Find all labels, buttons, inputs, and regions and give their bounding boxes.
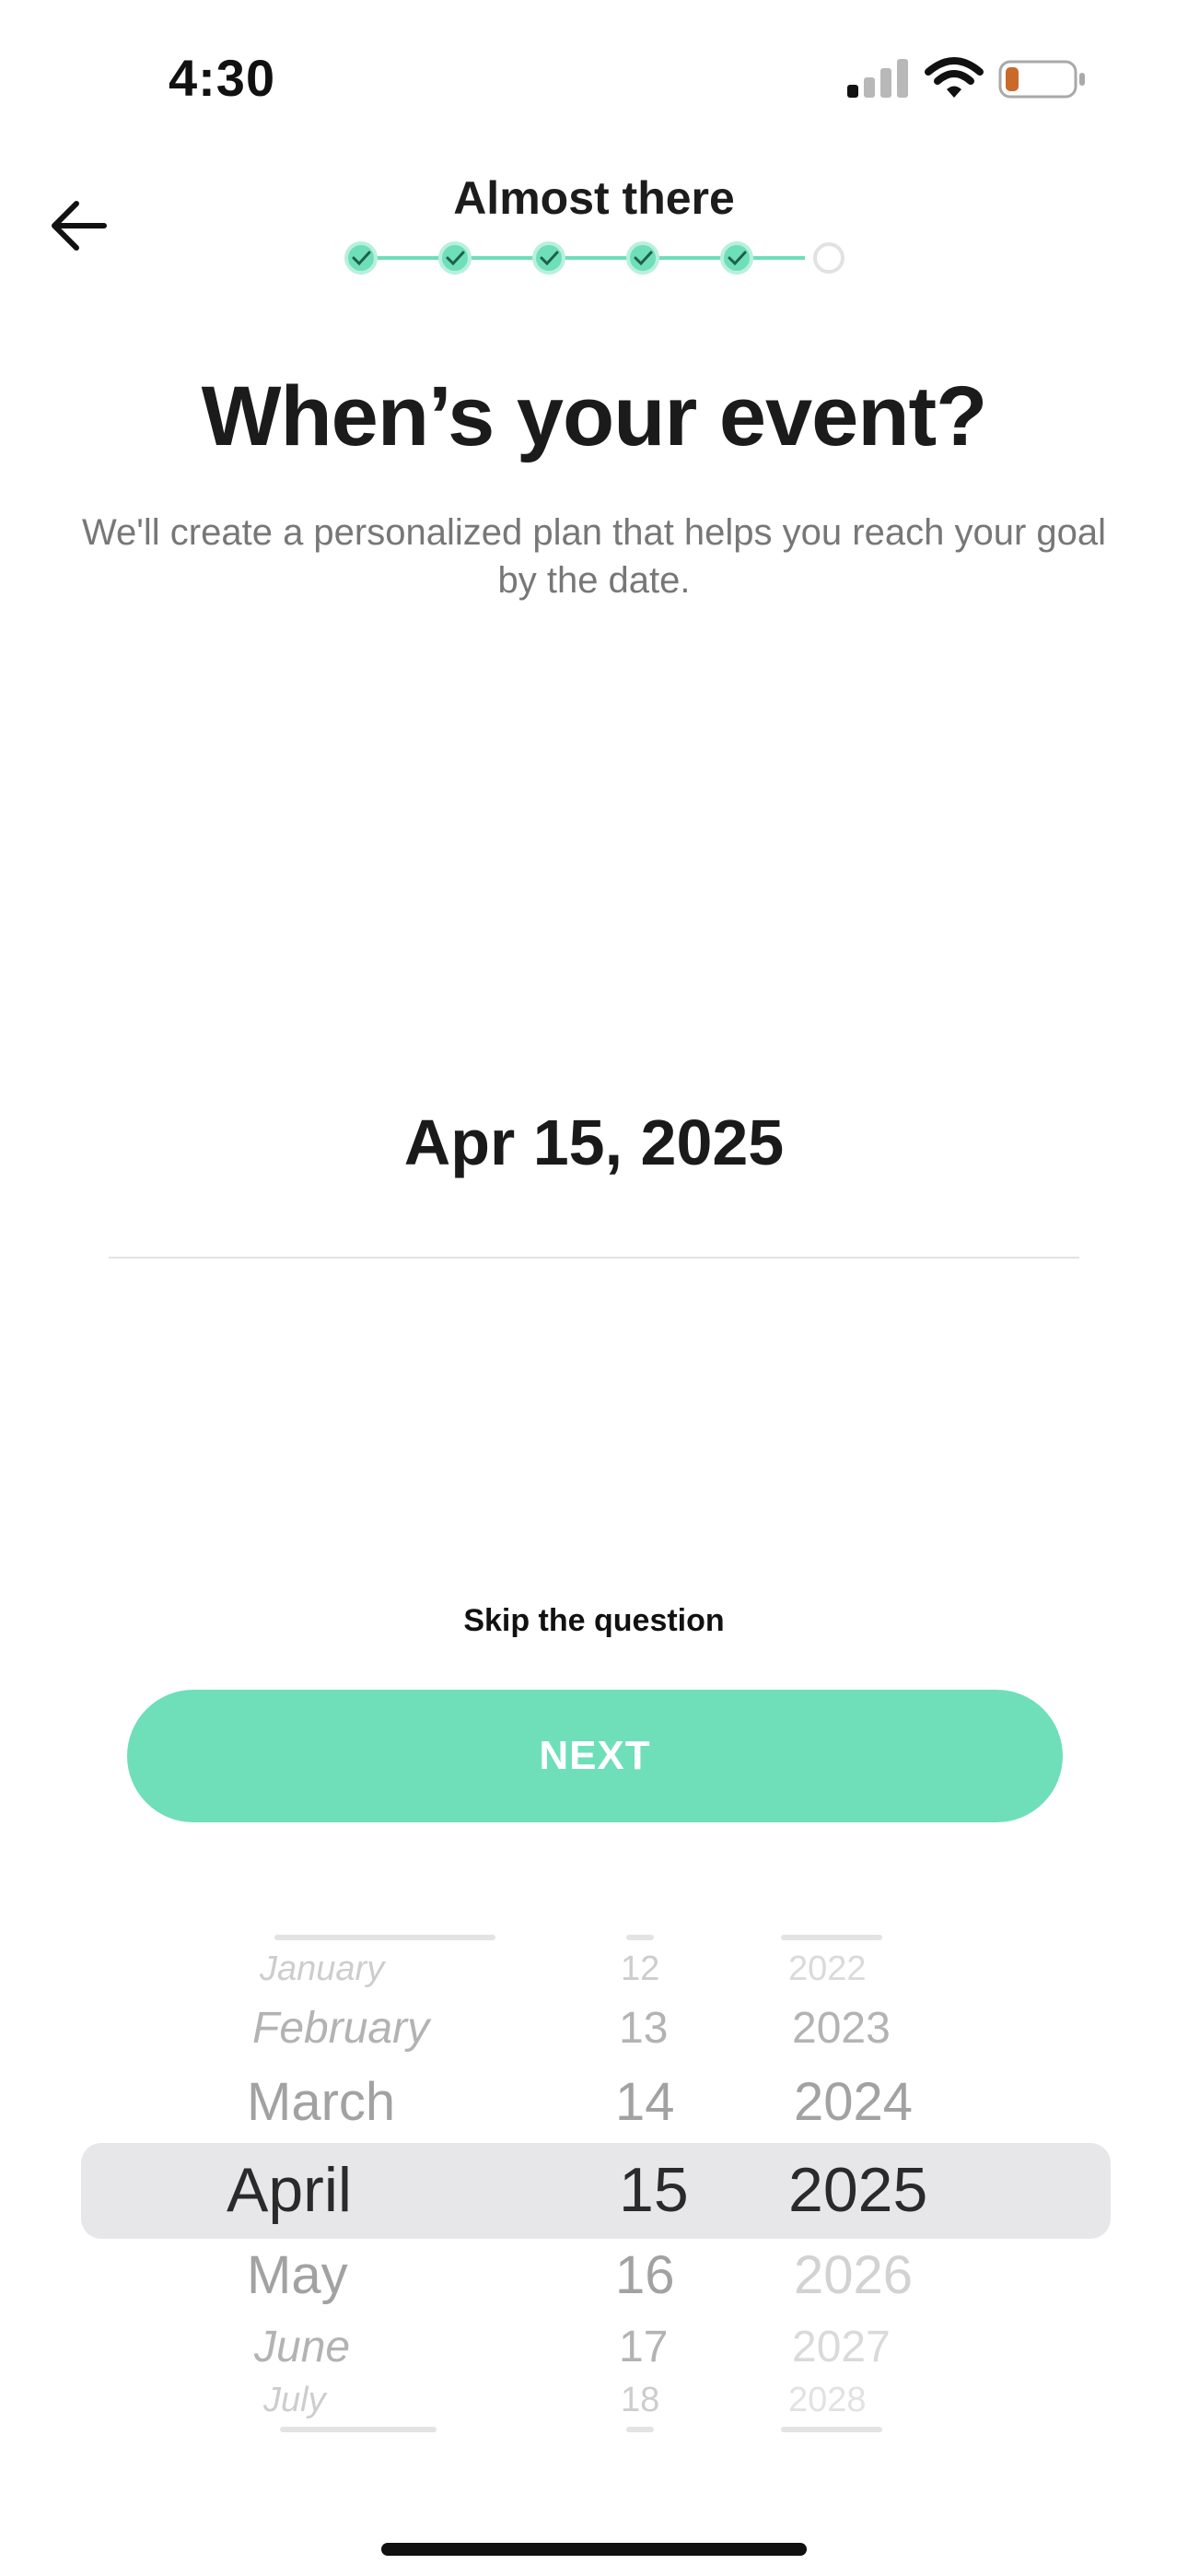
- picker-day-option[interactable]: 17: [619, 2322, 668, 2372]
- picker-year-option[interactable]: 2027: [792, 2322, 891, 2372]
- picker-year-option[interactable]: 2022: [788, 1950, 867, 1989]
- picker-year-selected[interactable]: 2025: [788, 2154, 927, 2226]
- progress-stepper: [344, 241, 844, 275]
- picker-month-selected[interactable]: April: [227, 2154, 352, 2226]
- picker-month-option[interactable]: July: [263, 2381, 326, 2420]
- progress-step-complete: [344, 241, 378, 275]
- picker-month-option[interactable]: June: [254, 2322, 350, 2372]
- date-field-underline: [109, 1257, 1079, 1259]
- question-title: When’s your event?: [201, 369, 988, 463]
- progress-step-complete: [626, 241, 659, 275]
- picker-day-option[interactable]: 12: [621, 1950, 659, 1989]
- skip-question-link[interactable]: Skip the question: [0, 1603, 1188, 1639]
- wifi-icon: [925, 57, 984, 98]
- home-indicator[interactable]: [381, 2543, 807, 2556]
- picker-day-option[interactable]: 18: [621, 2381, 659, 2420]
- date-wheel-picker[interactable]: January February March April May June Ju…: [0, 1926, 1188, 2441]
- picker-year-option[interactable]: 2024: [794, 2071, 913, 2133]
- header-title: Almost there: [453, 172, 735, 224]
- status-time: 4:30: [169, 49, 276, 107]
- picker-month-option[interactable]: May: [247, 2244, 348, 2306]
- picker-faded-row-top: [274, 1935, 882, 1940]
- question-subtitle: We'll create a personalized plan that he…: [81, 512, 1106, 601]
- picker-month-option[interactable]: March: [247, 2071, 395, 2133]
- progress-step-complete: [720, 241, 753, 275]
- picker-day-option[interactable]: 14: [615, 2071, 675, 2133]
- picker-day-option[interactable]: 16: [615, 2244, 675, 2306]
- progress-step-complete: [532, 241, 565, 275]
- battery-low-icon: [998, 60, 1085, 99]
- picker-faded-row-bottom: [280, 2427, 882, 2432]
- picker-year-option[interactable]: 2028: [788, 2381, 867, 2420]
- picker-year-option[interactable]: 2026: [794, 2244, 913, 2306]
- picker-month-option[interactable]: February: [252, 2003, 429, 2054]
- progress-step-complete: [438, 241, 472, 275]
- picker-month-option[interactable]: January: [260, 1950, 384, 1989]
- progress-step-pending: [813, 242, 844, 274]
- picker-day-selected[interactable]: 15: [619, 2154, 689, 2226]
- picker-year-option[interactable]: 2023: [792, 2003, 891, 2054]
- picker-day-option[interactable]: 13: [619, 2003, 668, 2054]
- cellular-signal-icon: [847, 59, 908, 98]
- next-button[interactable]: NEXT: [127, 1690, 1063, 1822]
- selected-date-value[interactable]: Apr 15, 2025: [0, 1106, 1188, 1179]
